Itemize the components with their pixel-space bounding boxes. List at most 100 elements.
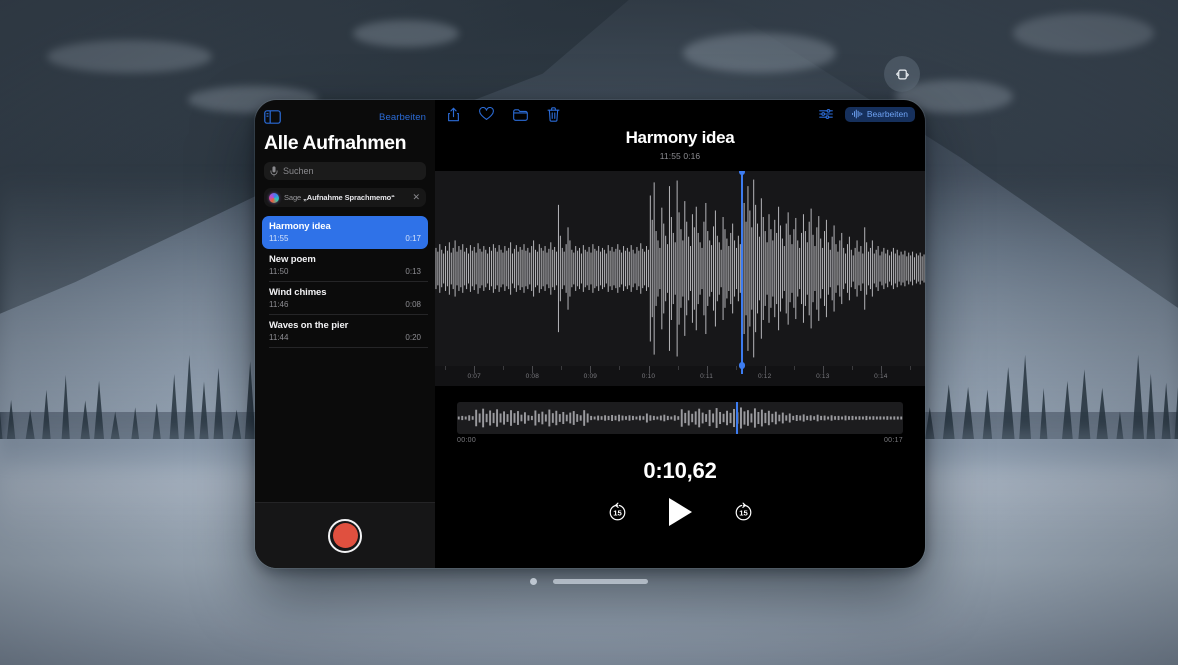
ruler-label: 0:08 [526, 373, 539, 380]
scrubber-section: 00:00 00:17 [457, 402, 903, 444]
recording-time: 11:55 [269, 234, 288, 243]
ruler-major-tick [590, 366, 591, 373]
recording-duration: 0:20 [405, 333, 421, 342]
recording-name: Waves on the pier [269, 320, 421, 331]
recording-row[interactable]: Harmony idea 11:55 0:17 [262, 216, 428, 249]
current-time-display: 0:10,62 [435, 458, 925, 484]
search-placeholder: Suchen [283, 166, 314, 176]
recording-header: Harmony idea 11:55 0:16 [435, 128, 925, 161]
ruler-major-tick [532, 366, 533, 373]
recording-duration: 0:08 [405, 300, 421, 309]
scrubber-track[interactable] [457, 402, 903, 434]
favorite-button[interactable] [479, 107, 494, 121]
sidebar: Bearbeiten Alle Aufnahmen Suchen Sage „A… [255, 100, 435, 568]
toolbar-right-group: Bearbeiten [819, 107, 915, 122]
toolbar-left-group [447, 107, 560, 122]
recording-duration: 0:17 [405, 234, 421, 243]
recording-duration: 0:13 [405, 267, 421, 276]
recording-time: 11:44 [269, 333, 288, 342]
playhead[interactable] [741, 171, 743, 366]
window-resize-button[interactable] [884, 56, 920, 92]
ruler-major-tick [823, 366, 824, 373]
skip-forward-15-button[interactable]: 15 [733, 502, 754, 523]
scrubber-time-labels: 00:00 00:17 [457, 437, 903, 444]
ruler-minor-tick [678, 366, 679, 370]
ruler-label: 0:07 [467, 373, 480, 380]
recording-row[interactable]: Wind chimes 11:46 0:08 [262, 282, 428, 315]
recording-meta: 11:44 0:20 [269, 333, 421, 342]
voice-memos-window: Bearbeiten Alle Aufnahmen Suchen Sage „A… [255, 100, 925, 568]
ruler-label: 0:09 [584, 373, 597, 380]
ruler-minor-tick [561, 366, 562, 370]
microphone-icon [270, 166, 278, 177]
window-dot-icon[interactable] [530, 578, 537, 585]
skip-forward-15-icon: 15 [733, 502, 754, 523]
recording-subtitle: 11:55 0:16 [435, 151, 925, 161]
recording-row[interactable]: Waves on the pier 11:44 0:20 [262, 315, 428, 348]
close-icon[interactable]: ✕ [412, 193, 421, 202]
ruler-label: 0:10 [642, 373, 655, 380]
ruler-minor-tick [910, 366, 911, 370]
ruler-minor-tick [503, 366, 504, 370]
timeline-ruler[interactable]: 0:070:080:090:100:110:120:130:14 [435, 366, 925, 386]
ruler-minor-tick [852, 366, 853, 370]
recording-name: New poem [269, 254, 421, 265]
ruler-minor-tick [794, 366, 795, 370]
siri-prefix: Sage [284, 193, 303, 202]
recording-meta: 11:50 0:13 [269, 267, 421, 276]
skip-back-15-button[interactable]: 15 [607, 502, 628, 523]
list-divider [269, 347, 428, 348]
ruler-label: 0:13 [816, 373, 829, 380]
record-bar [255, 502, 435, 568]
scrubber-start-time: 00:00 [457, 437, 476, 444]
detail-pane: Bearbeiten Harmony idea 11:55 0:16 0:07 0… [435, 100, 925, 568]
recording-time: 11:50 [269, 267, 288, 276]
ruler-major-tick [881, 366, 882, 373]
siri-suggestion-text: Sage „Aufnahme Sprachmemo“ [284, 193, 395, 202]
ruler-major-tick [707, 366, 708, 373]
detail-toolbar: Bearbeiten [435, 100, 925, 124]
window-grabber-icon[interactable] [553, 579, 648, 584]
heart-icon [479, 107, 494, 121]
scrubber-waveform [457, 402, 903, 434]
playback-settings-button[interactable] [819, 108, 833, 120]
record-button[interactable] [328, 519, 362, 553]
ruler-label: 0:14 [874, 373, 887, 380]
move-to-folder-button[interactable] [513, 108, 528, 121]
ruler-minor-tick [736, 366, 737, 370]
sliders-icon [819, 108, 833, 120]
share-icon [447, 107, 460, 122]
search-field[interactable]: Suchen [264, 162, 426, 180]
svg-text:15: 15 [613, 508, 622, 517]
siri-quoted-command: „Aufnahme Sprachmemo“ [303, 193, 395, 202]
sidebar-header: Bearbeiten [255, 100, 435, 126]
scrubber-playhead[interactable] [736, 402, 738, 434]
scrubber-end-time: 00:17 [884, 437, 903, 444]
record-icon [333, 523, 358, 548]
ruler-playhead[interactable] [741, 365, 743, 374]
sidebar-toggle-icon[interactable] [264, 110, 281, 124]
skip-back-15-icon: 15 [607, 502, 628, 523]
play-button[interactable] [669, 498, 692, 526]
siri-suggestion-chip[interactable]: Sage „Aufnahme Sprachmemo“ ✕ [264, 188, 426, 207]
window-resize-icon [895, 67, 910, 82]
recording-meta: 11:55 0:17 [269, 234, 421, 243]
recording-time: 11:46 [269, 300, 288, 309]
ruler-major-tick [474, 366, 475, 373]
edit-recording-button[interactable]: Bearbeiten [845, 107, 915, 122]
ruler-label: 0:11 [700, 373, 713, 380]
siri-orb-icon [269, 193, 279, 203]
sidebar-edit-button[interactable]: Bearbeiten [379, 112, 426, 123]
recording-name: Wind chimes [269, 287, 421, 298]
ruler-minor-tick [619, 366, 620, 370]
folder-icon [513, 108, 528, 121]
ruler-major-tick [765, 366, 766, 373]
waveform-display[interactable] [435, 171, 925, 366]
ruler-minor-tick [445, 366, 446, 370]
recording-row[interactable]: New poem 11:50 0:13 [262, 249, 428, 282]
recording-title: Harmony idea [435, 128, 925, 148]
waveform-icon [852, 109, 863, 119]
share-button[interactable] [447, 107, 460, 122]
recording-name: Harmony idea [269, 221, 421, 232]
delete-button[interactable] [547, 107, 560, 122]
